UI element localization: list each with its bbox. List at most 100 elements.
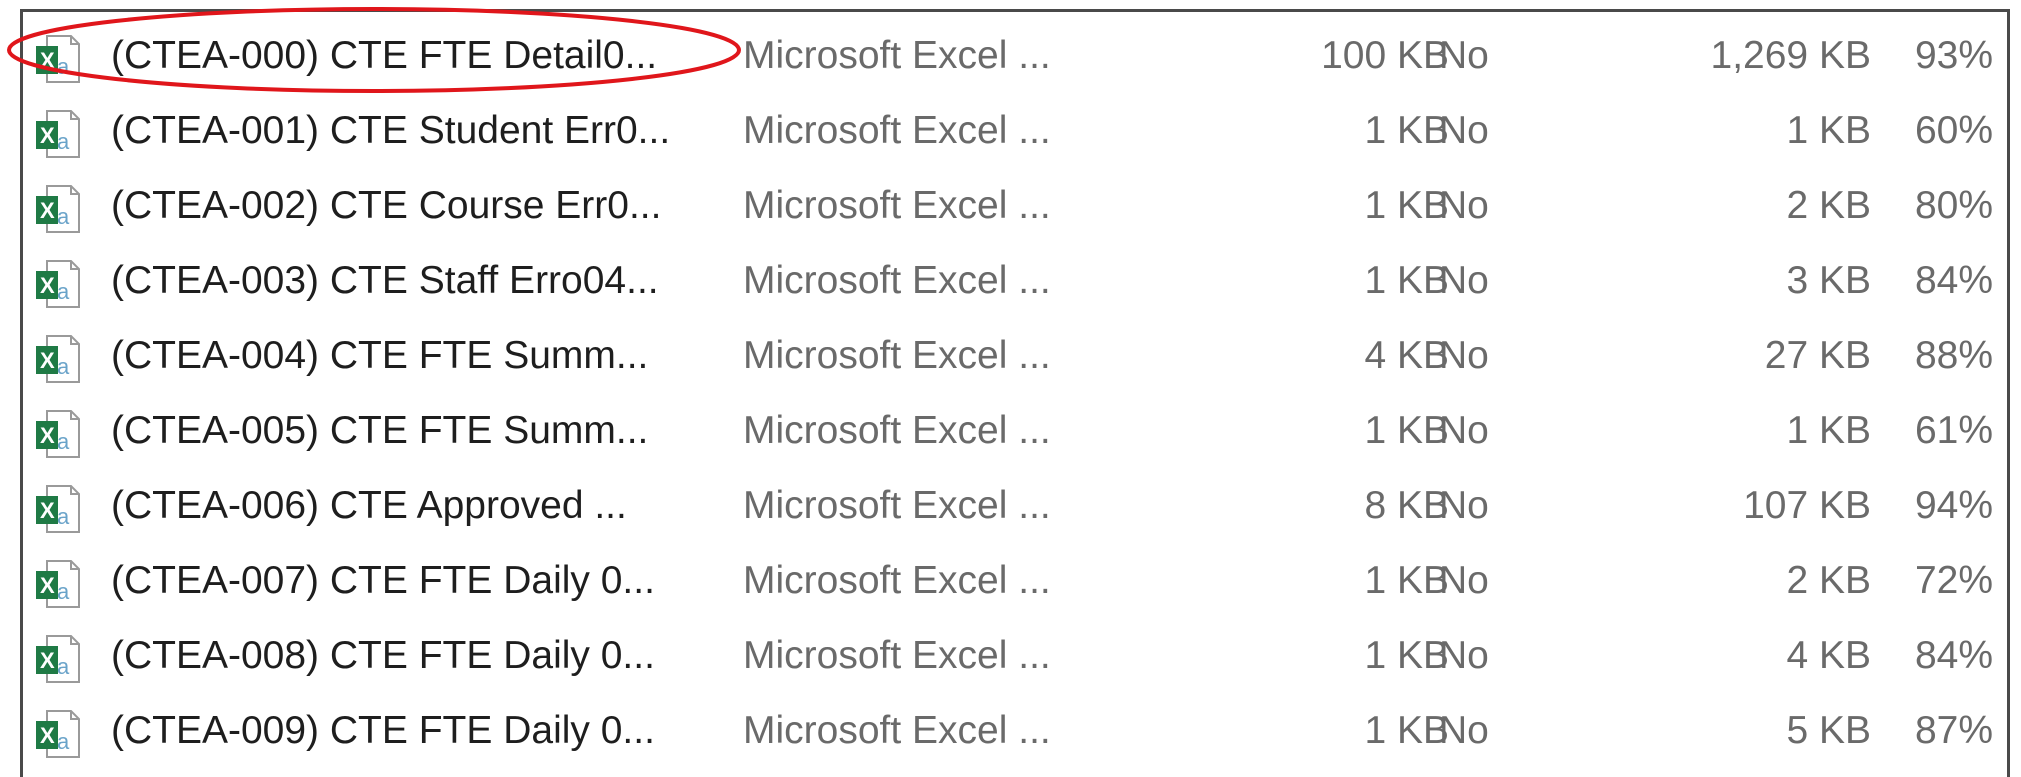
packed-size: 1 KB — [1364, 409, 1449, 452]
file-name: (CTEA-004) CTE FTE Summ... — [111, 334, 649, 377]
file-type: Microsoft Excel ... — [743, 709, 1051, 752]
packed-size: 8 KB — [1364, 484, 1449, 527]
password-protected: No — [1439, 109, 1489, 152]
svg-text:X: X — [40, 273, 55, 298]
file-type: Microsoft Excel ... — [743, 109, 1051, 152]
file-size: 3 KB — [1786, 259, 1871, 302]
file-type: Microsoft Excel ... — [743, 484, 1051, 527]
packed-size: 4 KB — [1364, 334, 1449, 377]
excel-file-icon: aX — [36, 635, 80, 683]
file-row[interactable]: aX (CTEA-001) CTE Student Err0... Micros… — [23, 99, 2007, 174]
file-row[interactable]: aX (CTEA-002) CTE Course Err0... Microso… — [23, 174, 2007, 249]
compression-ratio: 61% — [1914, 409, 1993, 452]
compression-ratio: 72% — [1914, 559, 1993, 602]
compression-ratio: 84% — [1914, 634, 1993, 677]
file-size: 1,269 KB — [1710, 34, 1871, 77]
svg-text:X: X — [40, 123, 55, 148]
file-size: 5 KB — [1786, 709, 1871, 752]
file-type: Microsoft Excel ... — [743, 559, 1051, 602]
packed-size: 1 KB — [1364, 709, 1449, 752]
packed-size: 1 KB — [1364, 559, 1449, 602]
svg-text:a: a — [57, 204, 70, 229]
file-row[interactable]: aX (CTEA-006) CTE Approved ... Microsoft… — [23, 474, 2007, 549]
svg-text:X: X — [40, 198, 55, 223]
file-size: 1 KB — [1786, 409, 1871, 452]
excel-file-icon: aX — [36, 35, 80, 83]
file-row[interactable]: aX (CTEA-004) CTE FTE Summ... Microsoft … — [23, 324, 2007, 399]
password-protected: No — [1439, 34, 1489, 77]
file-row[interactable]: aX (CTEA-005) CTE FTE Summ... Microsoft … — [23, 399, 2007, 474]
file-row[interactable]: aX (CTEA-009) CTE FTE Daily 0... Microso… — [23, 699, 2007, 774]
svg-text:a: a — [57, 729, 70, 754]
file-name: (CTEA-003) CTE Staff Erro04... — [111, 259, 659, 302]
file-list: aX (CTEA-000) CTE FTE Detail0... Microso… — [23, 24, 2007, 774]
password-protected: No — [1439, 409, 1489, 452]
excel-file-icon: aX — [36, 485, 80, 533]
svg-text:a: a — [57, 354, 70, 379]
file-row[interactable]: aX (CTEA-000) CTE FTE Detail0... Microso… — [23, 24, 2007, 99]
password-protected: No — [1439, 259, 1489, 302]
file-size: 1 KB — [1786, 109, 1871, 152]
compression-ratio: 87% — [1914, 709, 1993, 752]
file-name: (CTEA-009) CTE FTE Daily 0... — [111, 709, 655, 752]
compression-ratio: 84% — [1914, 259, 1993, 302]
file-type: Microsoft Excel ... — [743, 259, 1051, 302]
password-protected: No — [1439, 484, 1489, 527]
excel-file-icon: aX — [36, 560, 80, 608]
file-type: Microsoft Excel ... — [743, 34, 1051, 77]
packed-size: 1 KB — [1364, 109, 1449, 152]
password-protected: No — [1439, 709, 1489, 752]
svg-text:X: X — [40, 648, 55, 673]
compression-ratio: 80% — [1914, 184, 1993, 227]
svg-text:a: a — [57, 54, 70, 79]
compression-ratio: 94% — [1914, 484, 1993, 527]
file-name: (CTEA-000) CTE FTE Detail0... — [111, 34, 658, 77]
password-protected: No — [1439, 334, 1489, 377]
file-size: 2 KB — [1786, 559, 1871, 602]
svg-text:a: a — [57, 279, 70, 304]
file-size: 2 KB — [1786, 184, 1871, 227]
svg-text:X: X — [40, 48, 55, 73]
svg-text:X: X — [40, 498, 55, 523]
svg-text:a: a — [57, 429, 70, 454]
file-name: (CTEA-002) CTE Course Err0... — [111, 184, 662, 227]
packed-size: 1 KB — [1364, 259, 1449, 302]
excel-file-icon: aX — [36, 335, 80, 383]
compression-ratio: 93% — [1914, 34, 1993, 77]
file-size: 27 KB — [1764, 334, 1871, 377]
packed-size: 100 KB — [1321, 34, 1449, 77]
packed-size: 1 KB — [1364, 184, 1449, 227]
file-name: (CTEA-001) CTE Student Err0... — [111, 109, 671, 152]
file-size: 107 KB — [1743, 484, 1871, 527]
svg-text:a: a — [57, 129, 70, 154]
svg-text:X: X — [40, 573, 55, 598]
excel-file-icon: aX — [36, 710, 80, 758]
file-name: (CTEA-006) CTE Approved ... — [111, 484, 627, 527]
excel-file-icon: aX — [36, 410, 80, 458]
file-name: (CTEA-007) CTE FTE Daily 0... — [111, 559, 655, 602]
password-protected: No — [1439, 184, 1489, 227]
packed-size: 1 KB — [1364, 634, 1449, 677]
file-row[interactable]: aX (CTEA-003) CTE Staff Erro04... Micros… — [23, 249, 2007, 324]
file-size: 4 KB — [1786, 634, 1871, 677]
password-protected: No — [1439, 559, 1489, 602]
svg-text:X: X — [40, 723, 55, 748]
file-name: (CTEA-008) CTE FTE Daily 0... — [111, 634, 655, 677]
excel-file-icon: aX — [36, 185, 80, 233]
excel-file-icon: aX — [36, 110, 80, 158]
svg-text:a: a — [57, 579, 70, 604]
excel-file-icon: aX — [36, 260, 80, 308]
svg-text:X: X — [40, 348, 55, 373]
file-type: Microsoft Excel ... — [743, 184, 1051, 227]
password-protected: No — [1439, 634, 1489, 677]
file-row[interactable]: aX (CTEA-007) CTE FTE Daily 0... Microso… — [23, 549, 2007, 624]
file-type: Microsoft Excel ... — [743, 409, 1051, 452]
svg-text:a: a — [57, 654, 70, 679]
compression-ratio: 60% — [1914, 109, 1993, 152]
file-type: Microsoft Excel ... — [743, 634, 1051, 677]
file-name: (CTEA-005) CTE FTE Summ... — [111, 409, 649, 452]
file-row[interactable]: aX (CTEA-008) CTE FTE Daily 0... Microso… — [23, 624, 2007, 699]
svg-text:a: a — [57, 504, 70, 529]
file-type: Microsoft Excel ... — [743, 334, 1051, 377]
compression-ratio: 88% — [1914, 334, 1993, 377]
